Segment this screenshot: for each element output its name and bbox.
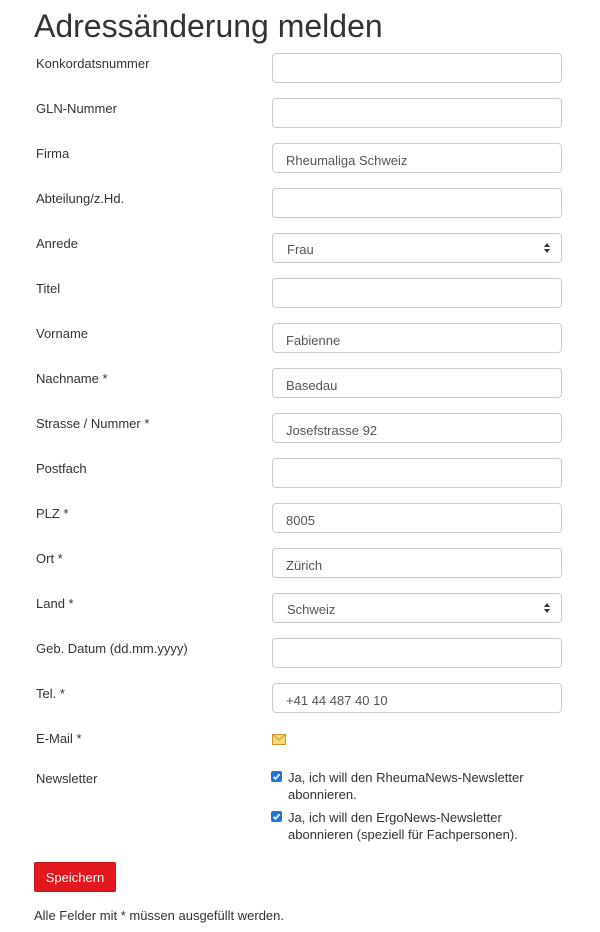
- gln-nummer-label: GLN-Nummer: [36, 101, 117, 116]
- titel-input[interactable]: [272, 278, 562, 308]
- row-vorname: Vorname: [0, 323, 600, 357]
- anrede-select[interactable]: Frau: [272, 233, 562, 263]
- plz-label: PLZ *: [36, 506, 69, 521]
- vorname-input[interactable]: [272, 323, 562, 353]
- konkordatsnummer-input[interactable]: [272, 53, 562, 83]
- email-label: E-Mail *: [36, 731, 82, 746]
- row-email: E-Mail *: [0, 728, 600, 762]
- page-title: Adressänderung melden: [34, 8, 383, 44]
- select-arrows-icon: [544, 243, 550, 253]
- land-selected-value: Schweiz: [287, 602, 336, 617]
- konkordatsnummer-label: Konkordatsnummer: [36, 56, 150, 71]
- titel-label: Titel: [36, 281, 61, 296]
- checkbox-label: Ja, ich will den RheumaNews-Newsletter a…: [288, 769, 568, 803]
- nachname-input[interactable]: [272, 368, 562, 398]
- row-konkordatsnummer: Konkordatsnummer: [0, 53, 600, 87]
- vorname-label: Vorname: [36, 326, 89, 341]
- checkbox-label: Ja, ich will den ErgoNews-Newsletter abo…: [288, 809, 568, 843]
- save-button[interactable]: Speichern: [34, 862, 116, 892]
- checkbox-label-line: Ja, ich will den RheumaNews-Newsletter: [288, 770, 524, 785]
- ort-input[interactable]: [272, 548, 562, 578]
- nachname-label: Nachname *: [36, 371, 108, 386]
- row-newsletter: Newsletter Ja, ich will den RheumaNews-N…: [0, 768, 600, 858]
- required-fields-note: Alle Felder mit * müssen ausgefüllt werd…: [34, 908, 285, 923]
- address-change-page: Adressänderung melden Konkordatsnummer G…: [0, 0, 600, 932]
- land-select[interactable]: Schweiz: [272, 593, 562, 623]
- row-strasse: Strasse / Nummer *: [0, 413, 600, 447]
- land-label: Land *: [36, 596, 74, 611]
- row-land: Land * Schweiz: [0, 593, 600, 627]
- row-postfach: Postfach: [0, 458, 600, 492]
- firma-input[interactable]: [272, 143, 562, 173]
- row-tel: Tel. *: [0, 683, 600, 717]
- checkbox-ergonews[interactable]: [271, 811, 282, 822]
- checkbox-label-line: abonnieren (speziell für Fachpersonen).: [288, 827, 518, 842]
- postfach-input[interactable]: [272, 458, 562, 488]
- row-anrede: Anrede Frau: [0, 233, 600, 267]
- row-plz: PLZ *: [0, 503, 600, 537]
- row-ort: Ort *: [0, 548, 600, 582]
- select-arrows-icon: [544, 603, 550, 613]
- plz-input[interactable]: [272, 503, 562, 533]
- row-geb-datum: Geb. Datum (dd.mm.yyyy): [0, 638, 600, 672]
- geb-datum-label: Geb. Datum (dd.mm.yyyy): [36, 641, 188, 656]
- tel-input[interactable]: [272, 683, 562, 713]
- anrede-label: Anrede: [36, 236, 78, 251]
- row-titel: Titel: [0, 278, 600, 312]
- checkbox-label-line: Ja, ich will den ErgoNews-Newsletter: [288, 810, 502, 825]
- gln-nummer-input[interactable]: [272, 98, 562, 128]
- row-gln-nummer: GLN-Nummer: [0, 98, 600, 132]
- abteilung-label: Abteilung/z.Hd.: [36, 191, 125, 206]
- firma-label: Firma: [36, 146, 70, 161]
- row-abteilung: Abteilung/z.Hd.: [0, 188, 600, 222]
- postfach-label: Postfach: [36, 461, 87, 476]
- anrede-selected-value: Frau: [287, 242, 314, 257]
- geb-datum-input[interactable]: [272, 638, 562, 668]
- abteilung-input[interactable]: [272, 188, 562, 218]
- checkmark-icon: [272, 773, 281, 780]
- checkbox-label-line: abonnieren.: [288, 787, 357, 802]
- checkmark-icon: [272, 813, 281, 820]
- strasse-input[interactable]: [272, 413, 562, 443]
- row-nachname: Nachname *: [0, 368, 600, 402]
- strasse-label: Strasse / Nummer *: [36, 416, 150, 431]
- ort-label: Ort *: [36, 551, 63, 566]
- checkbox-rheumanews[interactable]: [271, 771, 282, 782]
- row-firma: Firma: [0, 143, 600, 177]
- envelope-icon[interactable]: [272, 734, 286, 745]
- newsletter-label: Newsletter: [36, 771, 98, 786]
- tel-label: Tel. *: [36, 686, 65, 701]
